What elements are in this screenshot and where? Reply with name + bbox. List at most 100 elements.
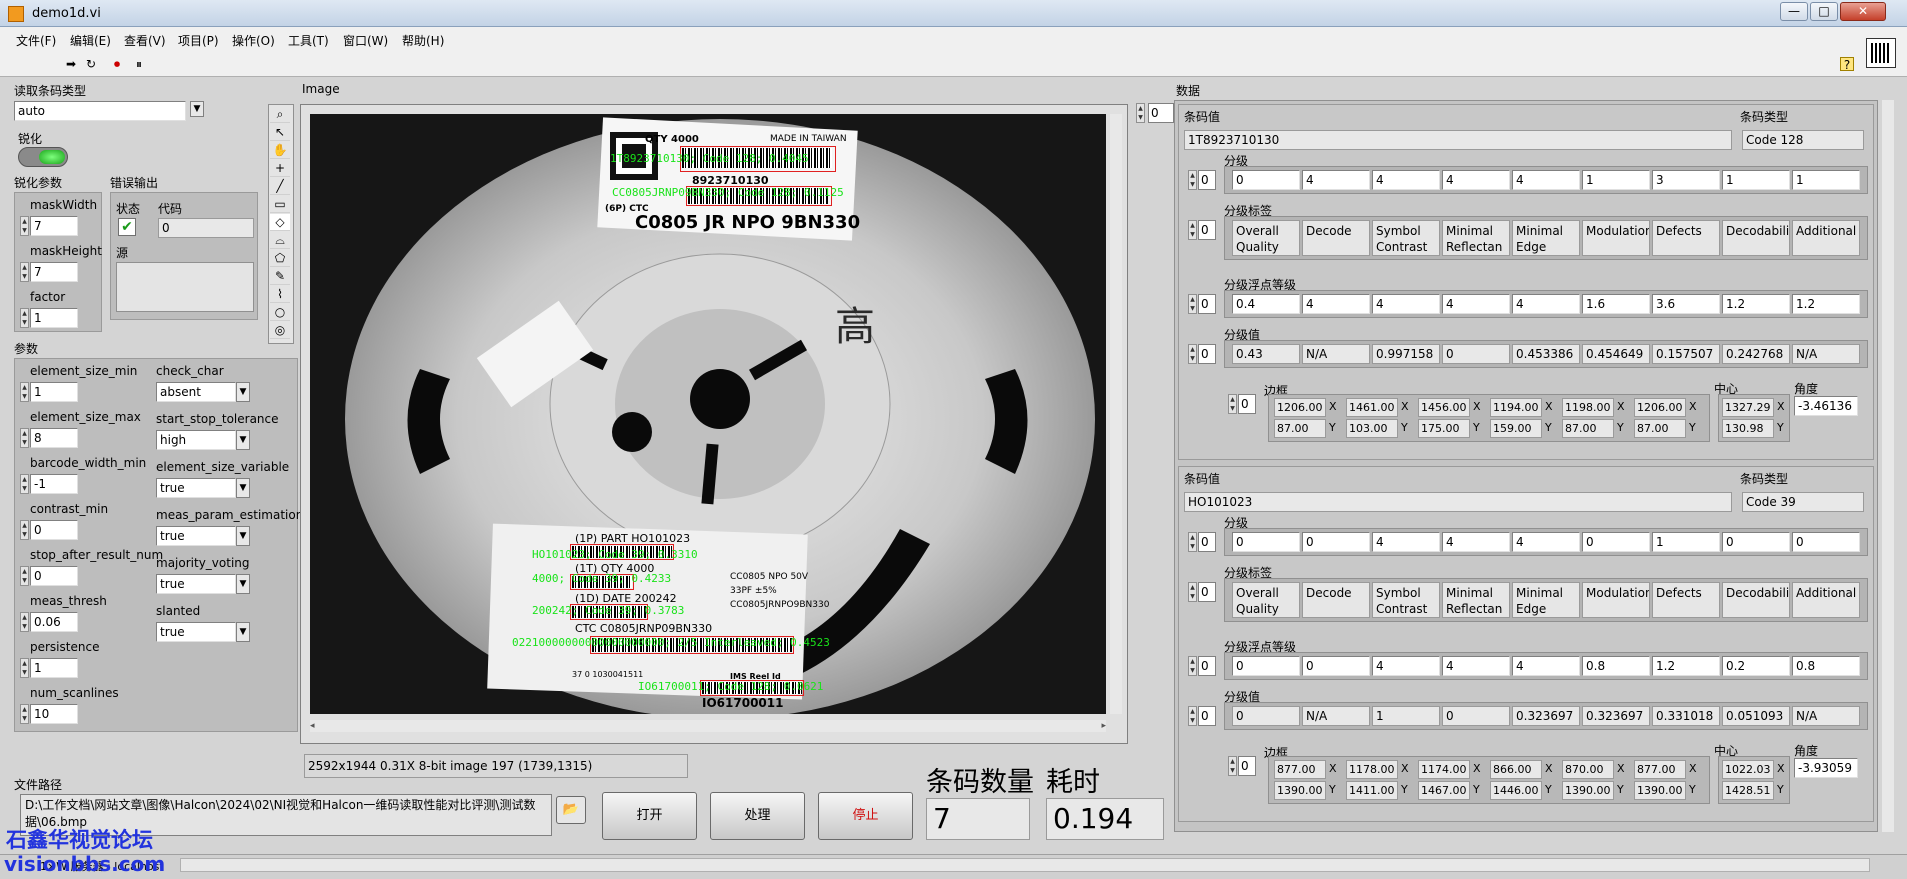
cell-0-2-4[interactable]: 4 xyxy=(1512,294,1580,314)
border-spinner-0[interactable]: ▲ ▼ xyxy=(1228,394,1237,414)
row-index-1-1[interactable]: 0 xyxy=(1198,582,1216,602)
param2-select-3[interactable]: true xyxy=(156,526,236,546)
cell-0-3-3[interactable]: 0 xyxy=(1442,344,1510,364)
row-index-1-2[interactable]: 0 xyxy=(1198,656,1216,676)
cell-0-0-0[interactable]: 0 xyxy=(1232,170,1300,190)
param-input-6[interactable]: 1 xyxy=(30,658,78,678)
param-input-7[interactable]: 10 xyxy=(30,704,78,724)
param2-dropdown-1[interactable]: ▼ xyxy=(236,430,250,450)
cell-0-2-7[interactable]: 1.2 xyxy=(1722,294,1790,314)
param-spinner-0[interactable]: ▲ ▼ xyxy=(20,382,29,402)
cell-0-2-5[interactable]: 1.6 xyxy=(1582,294,1650,314)
cell-1-3-0[interactable]: 0 xyxy=(1232,706,1300,726)
param-spinner-6[interactable]: ▲ ▼ xyxy=(20,658,29,678)
cell-1-2-6[interactable]: 1.2 xyxy=(1652,656,1720,676)
row-spinner-1-2[interactable]: ▲ ▼ xyxy=(1188,656,1197,676)
cell-1-2-7[interactable]: 0.2 xyxy=(1722,656,1790,676)
cell-1-3-4[interactable]: 0.323697 xyxy=(1512,706,1580,726)
cell-0-3-8[interactable]: N/A xyxy=(1792,344,1860,364)
param2-dropdown-4[interactable]: ▼ xyxy=(236,574,250,594)
data-vertical-scrollbar[interactable] xyxy=(1882,100,1894,832)
row-index-1-0[interactable]: 0 xyxy=(1198,532,1216,552)
row-spinner-1-3[interactable]: ▲ ▼ xyxy=(1188,706,1197,726)
menu-file[interactable]: 文件(F) xyxy=(16,32,56,49)
row-spinner-0-2[interactable]: ▲ ▼ xyxy=(1188,294,1197,314)
rectangle-tool-icon[interactable]: ▭ xyxy=(270,196,290,213)
cell-1-2-8[interactable]: 0.8 xyxy=(1792,656,1860,676)
cell-0-2-6[interactable]: 3.6 xyxy=(1652,294,1720,314)
close-button[interactable]: ✕ xyxy=(1840,2,1886,21)
oval-tool-icon[interactable]: ○ xyxy=(270,304,290,321)
param-spinner-4[interactable]: ▲ ▼ xyxy=(20,566,29,586)
row-spinner-1-1[interactable]: ▲ ▼ xyxy=(1188,582,1197,602)
cell-0-2-3[interactable]: 4 xyxy=(1442,294,1510,314)
row-spinner-0-0[interactable]: ▲ ▼ xyxy=(1188,170,1197,190)
cell-1-2-0[interactable]: 0 xyxy=(1232,656,1300,676)
row-index-1-3[interactable]: 0 xyxy=(1198,706,1216,726)
cell-1-3-1[interactable]: N/A xyxy=(1302,706,1370,726)
param2-select-0[interactable]: absent xyxy=(156,382,236,402)
row-index-0-3[interactable]: 0 xyxy=(1198,344,1216,364)
cell-1-0-2[interactable]: 4 xyxy=(1372,532,1440,552)
border-index-0[interactable]: 0 xyxy=(1238,394,1256,414)
maskwidth-spinner[interactable]: ▲ ▼ xyxy=(20,216,29,236)
cell-0-2-8[interactable]: 1.2 xyxy=(1792,294,1860,314)
cell-0-0-8[interactable]: 1 xyxy=(1792,170,1860,190)
cell-1-3-7[interactable]: 0.051093 xyxy=(1722,706,1790,726)
pointer-tool-icon[interactable]: ↖ xyxy=(270,124,290,141)
param2-dropdown-3[interactable]: ▼ xyxy=(236,526,250,546)
cell-1-0-1[interactable]: 0 xyxy=(1302,532,1370,552)
param-spinner-5[interactable]: ▲ ▼ xyxy=(20,612,29,632)
cell-0-3-2[interactable]: 0.997158 xyxy=(1372,344,1440,364)
row-index-0-1[interactable]: 0 xyxy=(1198,220,1216,240)
maskheight-spinner[interactable]: ▲ ▼ xyxy=(20,262,29,282)
panel-horizontal-scrollbar[interactable] xyxy=(180,858,1870,872)
cell-0-3-0[interactable]: 0.43 xyxy=(1232,344,1300,364)
border-spinner-1[interactable]: ▲ ▼ xyxy=(1228,756,1237,776)
cell-1-2-4[interactable]: 4 xyxy=(1512,656,1580,676)
param-input-5[interactable]: 0.06 xyxy=(30,612,78,632)
param-input-0[interactable]: 1 xyxy=(30,382,78,402)
row-spinner-0-3[interactable]: ▲ ▼ xyxy=(1188,344,1197,364)
pause-icon[interactable]: ⏸ xyxy=(132,57,146,71)
cell-1-0-6[interactable]: 1 xyxy=(1652,532,1720,552)
param-input-1[interactable]: 8 xyxy=(30,428,78,448)
cell-0-2-0[interactable]: 0.4 xyxy=(1232,294,1300,314)
cell-0-0-1[interactable]: 4 xyxy=(1302,170,1370,190)
cell-1-3-5[interactable]: 0.323697 xyxy=(1582,706,1650,726)
sharpen-toggle[interactable] xyxy=(18,147,68,167)
broken-line-tool-icon[interactable]: ⌇ xyxy=(270,286,290,303)
data-index[interactable]: 0 xyxy=(1148,103,1174,123)
row-spinner-0-1[interactable]: ▲ ▼ xyxy=(1188,220,1197,240)
cell-1-3-6[interactable]: 0.331018 xyxy=(1652,706,1720,726)
param-input-2[interactable]: -1 xyxy=(30,474,78,494)
cell-0-2-2[interactable]: 4 xyxy=(1372,294,1440,314)
open-button[interactable]: 打开 xyxy=(602,792,697,840)
menu-window[interactable]: 窗口(W) xyxy=(343,32,388,49)
cell-1-0-7[interactable]: 0 xyxy=(1722,532,1790,552)
cell-1-0-5[interactable]: 0 xyxy=(1582,532,1650,552)
cell-0-3-6[interactable]: 0.157507 xyxy=(1652,344,1720,364)
param2-dropdown-5[interactable]: ▼ xyxy=(236,622,250,642)
cell-1-3-8[interactable]: N/A xyxy=(1792,706,1860,726)
cell-0-3-5[interactable]: 0.454649 xyxy=(1582,344,1650,364)
annulus-tool-icon[interactable]: ⌓ xyxy=(270,232,290,249)
freehand-tool-icon[interactable]: ✎ xyxy=(270,268,290,285)
cell-1-0-0[interactable]: 0 xyxy=(1232,532,1300,552)
param2-select-4[interactable]: true xyxy=(156,574,236,594)
cell-1-0-4[interactable]: 4 xyxy=(1512,532,1580,552)
cell-0-0-4[interactable]: 4 xyxy=(1512,170,1580,190)
param2-dropdown-0[interactable]: ▼ xyxy=(236,382,250,402)
point-tool-icon[interactable]: + xyxy=(270,160,290,177)
image-horizontal-scrollbar[interactable]: ◂ ▸ xyxy=(310,720,1106,732)
param-spinner-1[interactable]: ▲ ▼ xyxy=(20,428,29,448)
cell-1-3-3[interactable]: 0 xyxy=(1442,706,1510,726)
browse-folder-icon[interactable]: 📂 xyxy=(556,796,586,824)
row-spinner-1-0[interactable]: ▲ ▼ xyxy=(1188,532,1197,552)
cell-1-2-2[interactable]: 4 xyxy=(1372,656,1440,676)
menu-edit[interactable]: 编辑(E) xyxy=(70,32,111,49)
pan-tool-icon[interactable]: ✋ xyxy=(270,142,290,159)
maskwidth-input[interactable]: 7 xyxy=(30,216,78,236)
row-index-0-0[interactable]: 0 xyxy=(1198,170,1216,190)
border-index-1[interactable]: 0 xyxy=(1238,756,1256,776)
